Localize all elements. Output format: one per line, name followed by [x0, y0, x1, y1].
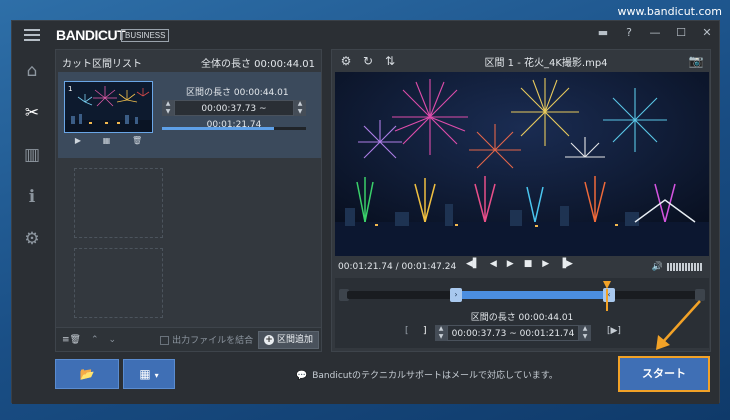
speaker-icon[interactable]: 🔊 [652, 262, 663, 272]
clip-play-icon[interactable]: ▶ [75, 136, 81, 145]
clip-thumbnail: 1 [64, 81, 153, 133]
clip-grid-icon[interactable]: ▦ [103, 136, 111, 145]
chat-icon: 💬 [296, 371, 308, 381]
play-icon[interactable]: ▶ [507, 259, 514, 269]
total-length: 全体の長さ 00:00:44.01 [201, 59, 315, 70]
start-spinner[interactable]: ▲ ▼ [162, 100, 174, 116]
folder-open-icon: 📂 [79, 367, 95, 381]
app-logo: BANDICUT [56, 27, 126, 43]
film-icon: ▦ [139, 367, 151, 381]
move-up-icon[interactable]: ⌃ [91, 335, 99, 345]
open-file-button[interactable]: 📂 [55, 359, 119, 389]
clip-progress [162, 127, 306, 130]
settings-gear-icon[interactable]: ⚙ [338, 54, 354, 68]
next-frame-icon[interactable]: ▶ [542, 259, 549, 269]
clip-timecode[interactable]: ▲ ▼ 00:00:37.73 ~ 00:01:21.74 ▲ ▼ [162, 100, 306, 130]
flip-icon[interactable]: ⇅ [382, 54, 398, 68]
stop-icon[interactable]: ■ [524, 259, 533, 269]
info-icon[interactable]: ℹ [22, 187, 42, 207]
playback-time: 00:01:21.74 / 00:01:47.24 [338, 262, 457, 272]
highlight-arrow [656, 300, 701, 350]
video-preview[interactable] [335, 72, 709, 256]
sidebar: ⌂ ✂ ▥ ℹ ⚙ ◉ [12, 47, 52, 404]
prev-segment-icon[interactable]: ◀▌ [466, 259, 480, 269]
list-delete-icon[interactable]: ≡🗑 [62, 335, 81, 345]
encoding-settings-button[interactable]: ▦ ▾ [123, 359, 175, 389]
titlebar: BANDICUT BUSINESS ▬ ? — ☐ ✕ [12, 21, 719, 47]
cut-icon[interactable]: ✂ [22, 103, 42, 123]
end-spinner[interactable]: ▲ ▼ [294, 100, 306, 116]
empty-slot [74, 248, 163, 318]
close-icon[interactable]: ✕ [701, 26, 713, 39]
selected-range[interactable] [456, 291, 609, 299]
minimize-icon[interactable]: — [649, 26, 661, 39]
seg-start-spinner[interactable]: ▲ ▼ [435, 325, 447, 341]
support-notice: 💬 Bandicutのテクニカルサポートはメールで対応しています。 [296, 371, 558, 381]
volume-control[interactable]: 🔊 [652, 262, 702, 272]
app-window: BANDICUT BUSINESS ▬ ? — ☐ ✕ ⌂ ✂ ▥ ℹ ⚙ ◉ … [11, 20, 720, 404]
segment-timecode[interactable]: ▲ ▼ 00:00:37.73 ~ 00:01:21.74 ▲ ▼ [435, 325, 591, 341]
empty-slot [74, 168, 163, 238]
svg-text:1: 1 [68, 85, 72, 93]
player-title: 区間 1 - 花火_4K撮影.mp4 [484, 57, 608, 69]
prev-frame-icon[interactable]: ◀ [490, 259, 497, 269]
add-segment-button[interactable]: + 区間追加 [257, 331, 319, 349]
cut-list-panel: カット区間リスト 全体の長さ 00:00:44.01 1 ▶ ▦ 🗑 区間の長さ… [55, 49, 322, 352]
range-start-handle[interactable]: › [450, 288, 462, 302]
settings-icon[interactable]: ⚙ [22, 229, 42, 249]
cut-list-footer: ≡🗑 ⌃ ⌄ 出力ファイルを結合 + 区間追加 [56, 327, 321, 351]
start-button[interactable]: スタート [618, 356, 710, 392]
dropdown-icon[interactable]: ▾ [155, 371, 159, 380]
merge-checkbox[interactable]: 出力ファイルを結合 [160, 333, 253, 346]
home-icon[interactable]: ⌂ [22, 61, 42, 81]
camera-icon[interactable]: 📷 [688, 54, 704, 68]
edition-badge: BUSINESS [121, 29, 170, 42]
clip-delete-icon[interactable]: 🗑 [132, 136, 142, 145]
menu-icon[interactable] [24, 29, 40, 41]
bottom-bar: 📂 ▦ ▾ 💬 Bandicutのテクニカルサポートはメールで対応しています。 スタ… [12, 354, 719, 404]
next-segment-icon[interactable]: ▐▶ [559, 259, 573, 269]
rotate-icon[interactable]: ↻ [360, 54, 376, 68]
set-start-button[interactable]: [ [405, 326, 409, 336]
seg-end-spinner[interactable]: ▲ ▼ [579, 325, 591, 341]
play-segment-button[interactable]: [▶] [607, 326, 621, 336]
watermark: www.bandicut.com [617, 5, 722, 18]
cut-list-title: カット区間リスト [62, 59, 142, 70]
clip-item[interactable]: 1 ▶ ▦ 🗑 区間の長さ 00:00:44.01 ▲ ▼ 00:00:37.73… [58, 72, 321, 158]
clip-length: 区間の長さ 00:00:44.01 [186, 88, 289, 98]
set-end-button[interactable]: ] [423, 326, 427, 336]
maximize-icon[interactable]: ☐ [675, 26, 687, 39]
split-icon[interactable]: ▥ [22, 145, 42, 165]
move-down-icon[interactable]: ⌄ [109, 335, 117, 345]
help-icon[interactable]: ? [623, 26, 635, 39]
folder-icon[interactable]: ▬ [597, 26, 609, 39]
playhead[interactable] [603, 281, 611, 311]
